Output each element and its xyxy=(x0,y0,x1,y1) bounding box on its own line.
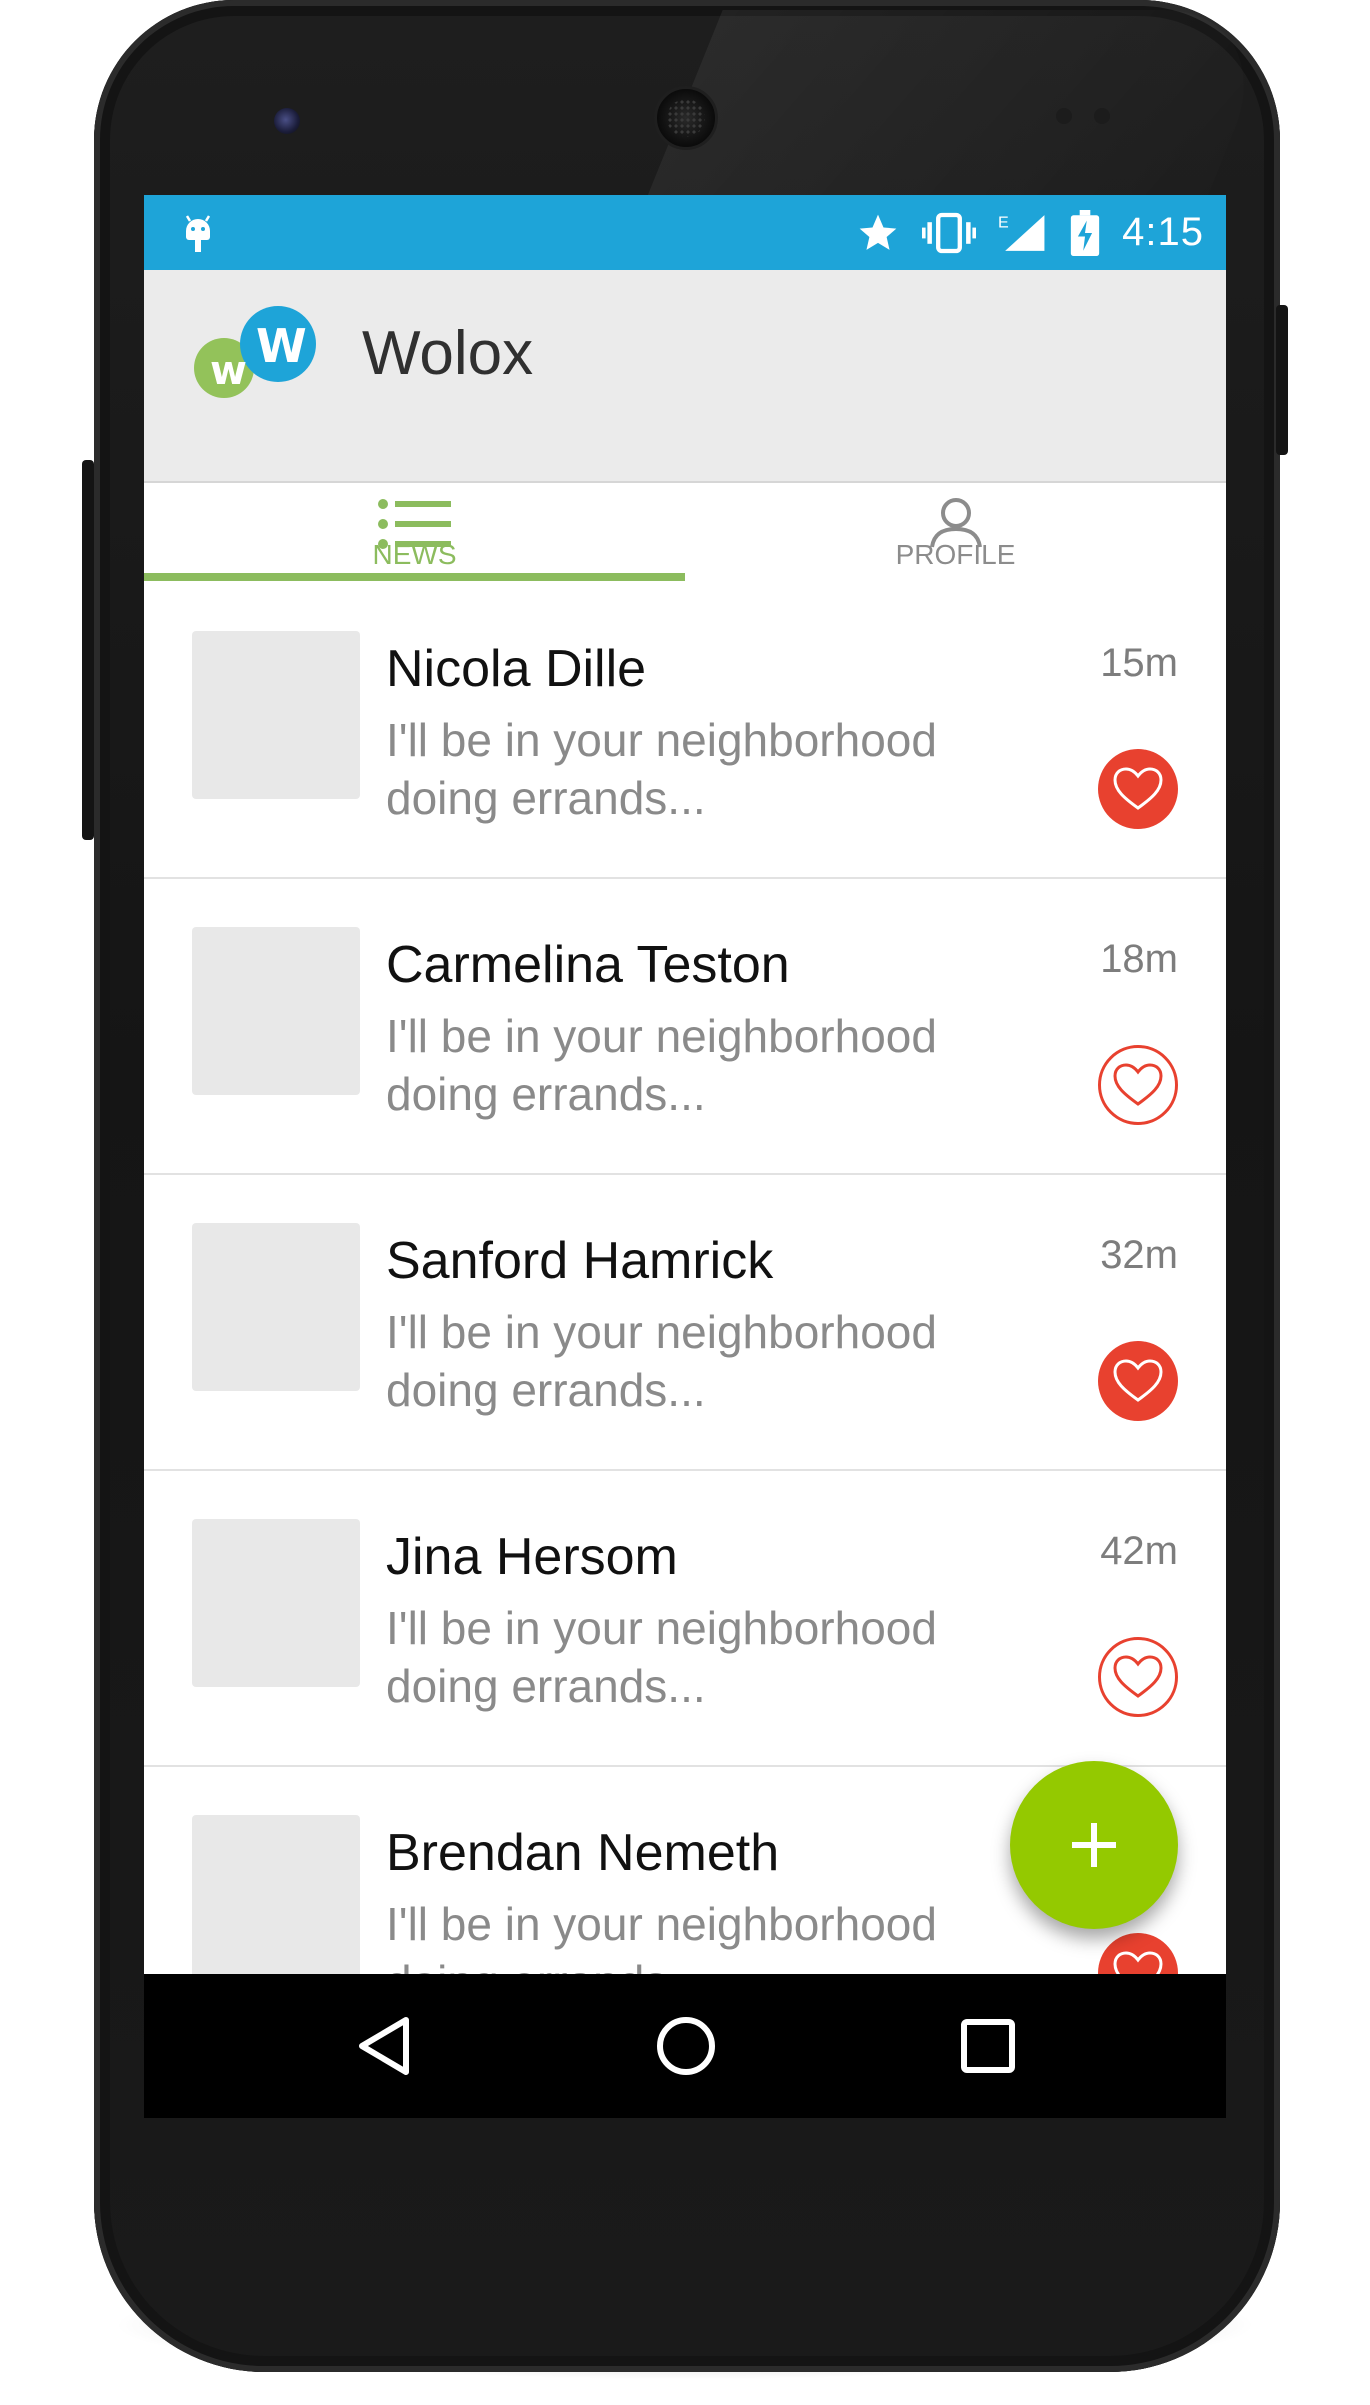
screen: E 4:15 w W Wolox NEWS PROFILE Nicola Dil… xyxy=(144,195,1226,2118)
tab-news[interactable]: NEWS xyxy=(144,475,685,581)
vibrate-icon xyxy=(922,212,977,253)
status-icons: E 4:15 xyxy=(856,195,1204,270)
feed-item-name: Nicola Dille xyxy=(386,640,647,698)
feed-item-name: Sanford Hamrick xyxy=(386,1232,774,1290)
like-button[interactable] xyxy=(1098,1045,1178,1125)
proximity-sensor xyxy=(1056,108,1072,124)
app-bar: w W Wolox xyxy=(144,270,1226,483)
heart-icon xyxy=(1113,1359,1163,1402)
like-button[interactable] xyxy=(1098,1341,1178,1421)
feed-item-preview-line1: I'll be in your neighborhood xyxy=(386,1602,937,1654)
feed-item-time: 15m xyxy=(1100,641,1178,685)
power-button xyxy=(1276,305,1288,455)
volume-button xyxy=(82,460,94,840)
feed-item-preview: I'll be in your neighborhood doing erran… xyxy=(386,1007,966,1123)
feed-item-name: Jina Hersom xyxy=(386,1528,678,1586)
feed-item[interactable]: Jina Hersom I'll be in your neighborhood… xyxy=(144,1471,1226,1767)
svg-text:w: w xyxy=(210,348,247,394)
like-button[interactable] xyxy=(1098,1637,1178,1717)
feed-item-name: Carmelina Teston xyxy=(386,936,790,994)
feed-item-time: 32m xyxy=(1100,1233,1178,1277)
feed-item-preview-line2: doing errands... xyxy=(386,772,706,824)
feed-item-name: Brendan Nemeth xyxy=(386,1824,780,1882)
feed-item-time: 42m xyxy=(1100,1529,1178,1573)
avatar-placeholder xyxy=(192,1815,360,1983)
avatar-placeholder xyxy=(192,631,360,799)
feed-item-preview: I'll be in your neighborhood doing erran… xyxy=(386,1599,966,1715)
signal-e-icon: E xyxy=(998,213,1045,251)
tab-profile[interactable]: PROFILE xyxy=(685,475,1226,581)
device-stage: E 4:15 w W Wolox NEWS PROFILE Nicola Dil… xyxy=(0,0,1370,2405)
heart-icon xyxy=(1113,1063,1163,1106)
feed-item[interactable]: Nicola Dille I'll be in your neighborhoo… xyxy=(144,583,1226,879)
system-nav-bar xyxy=(144,1974,1226,2118)
svg-text:W: W xyxy=(256,319,307,373)
plus-icon xyxy=(1072,1823,1116,1867)
feed-item-preview-line1: I'll be in your neighborhood xyxy=(386,714,937,766)
feed-item[interactable]: Sanford Hamrick I'll be in your neighbor… xyxy=(144,1175,1226,1471)
avatar-placeholder xyxy=(192,1223,360,1391)
feed-item-time: 18m xyxy=(1100,937,1178,981)
back-icon[interactable] xyxy=(354,2014,414,2078)
star-icon xyxy=(859,214,897,250)
feed-item-preview: I'll be in your neighborhood doing erran… xyxy=(386,1303,966,1419)
avatar-placeholder xyxy=(192,1519,360,1687)
feed-item-preview-line1: I'll be in your neighborhood xyxy=(386,1898,937,1950)
heart-icon xyxy=(1113,1655,1163,1698)
recents-icon[interactable] xyxy=(958,2014,1018,2078)
app-title: Wolox xyxy=(362,319,534,388)
home-icon[interactable] xyxy=(654,2014,718,2078)
android-icon xyxy=(185,215,211,252)
clock: 4:15 xyxy=(1122,210,1204,254)
feed-item-preview-line2: doing errands... xyxy=(386,1068,706,1120)
status-bar: E 4:15 xyxy=(144,195,1226,270)
tab-news-label: NEWS xyxy=(372,539,457,570)
feed-item-preview-line1: I'll be in your neighborhood xyxy=(386,1010,937,1062)
feed-item-preview-line1: I'll be in your neighborhood xyxy=(386,1306,937,1358)
tab-profile-label: PROFILE xyxy=(895,539,1016,570)
tab-bar: NEWS PROFILE xyxy=(144,475,1226,581)
feed-item-preview-line2: doing errands... xyxy=(386,1660,706,1712)
front-camera xyxy=(274,108,300,134)
wolox-logo: w W xyxy=(194,306,316,398)
add-post-button[interactable] xyxy=(1010,1761,1178,1929)
like-button[interactable] xyxy=(1098,749,1178,829)
feed-item-preview-line2: doing errands... xyxy=(386,1364,706,1416)
light-sensor xyxy=(1094,108,1110,124)
tab-selected-indicator xyxy=(144,573,685,581)
battery-charging-icon xyxy=(1070,209,1100,256)
feed-item-preview: I'll be in your neighborhood doing erran… xyxy=(386,711,966,827)
heart-icon xyxy=(1113,767,1163,810)
avatar-placeholder xyxy=(192,927,360,1095)
svg-text:E: E xyxy=(998,213,1009,231)
feed-item[interactable]: Carmelina Teston I'll be in your neighbo… xyxy=(144,879,1226,1175)
earpiece-speaker xyxy=(654,86,718,150)
